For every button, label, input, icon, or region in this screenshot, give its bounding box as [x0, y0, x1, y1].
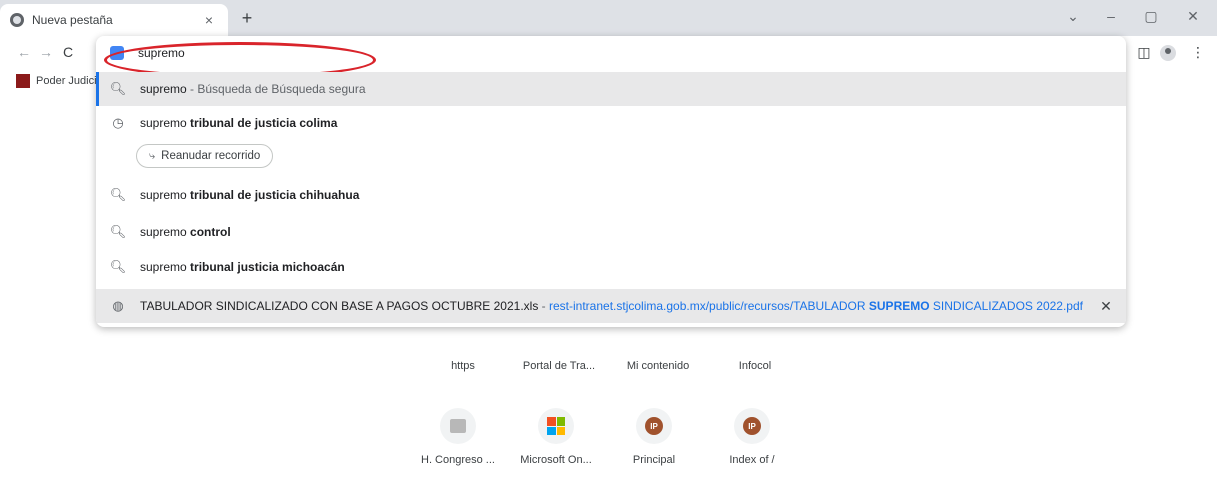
ip-icon: IP [636, 408, 672, 444]
tab-strip: Nueva pestaña × + ⌄ – ▢ ✕ [0, 0, 1217, 36]
omnibox-dropdown: 🔍︎ supremo - Búsqueda de Búsqueda segura… [96, 36, 1126, 327]
globe-icon [10, 13, 24, 27]
shortcut-label: H. Congreso ... [421, 454, 495, 466]
suggestion-history[interactable]: ◷ supremo tribunal de justicia colima [96, 106, 1126, 140]
bookmark-poder-judicial[interactable]: Poder Judicial [16, 74, 105, 88]
browser-window: Nueva pestaña × + ⌄ – ▢ ✕ ← → C ◫ ⋮ Pode… [0, 0, 1217, 479]
forward-button[interactable]: → [37, 44, 55, 60]
suggestion-completion: tribunal justicia michoacán [186, 260, 345, 274]
search-icon: 🔍︎ [109, 81, 127, 96]
journey-icon: ⤷ [149, 149, 156, 162]
suggestion-search[interactable]: 🔍︎ supremo - Búsqueda de Búsqueda segura [96, 72, 1126, 106]
tab-search-button[interactable]: ⌄ [1062, 8, 1084, 25]
search-icon: 🔍︎ [109, 187, 127, 202]
microsoft-icon [538, 408, 574, 444]
suggestion-query: supremo [140, 188, 187, 202]
shortcut-tile[interactable]: Microsoft On... [506, 408, 606, 479]
resume-journey-chip[interactable]: ⤷ Reanudar recorrido [136, 144, 274, 168]
tab-new-tab[interactable]: Nueva pestaña × [0, 4, 228, 36]
shortcut-label[interactable]: Mi contenido [608, 360, 708, 372]
suggestion-search[interactable]: 🔍︎ supremo tribunal de justicia chihuahu… [96, 178, 1126, 212]
shortcut-label: Principal [632, 454, 676, 466]
congress-icon [440, 408, 476, 444]
suggestion-query: supremo [140, 260, 187, 274]
shortcut-label[interactable]: https [413, 360, 513, 372]
suggestion-separator: - [538, 299, 549, 313]
search-engine-icon [110, 46, 124, 60]
suggestion-search[interactable]: 🔍︎ supremo control [96, 215, 1126, 249]
menu-button[interactable]: ⋮ [1188, 44, 1208, 61]
suggestion-query: supremo [140, 225, 187, 239]
document-url-match: SUPREMO [868, 299, 930, 313]
suggestion-separator: - [186, 82, 198, 96]
history-icon: ◷ [112, 115, 124, 130]
suggestion-document[interactable]: ◍ TABULADOR SINDICALIZADO CON BASE A PAG… [96, 289, 1126, 323]
ip-icon: IP [734, 408, 770, 444]
profile-avatar[interactable] [1160, 45, 1176, 61]
close-window-button[interactable]: ✕ [1182, 8, 1204, 25]
document-url-end: SINDICALIZADOS 2022.pdf [929, 299, 1083, 313]
side-panel-button[interactable]: ◫ [1134, 44, 1154, 61]
chip-label: Reanudar recorrido [161, 150, 261, 162]
shortcut-tile[interactable]: H. Congreso ... [408, 408, 508, 479]
selection-indicator [96, 72, 99, 106]
tab-title: Nueva pestaña [32, 13, 113, 27]
bookmark-icon [16, 74, 30, 88]
suggestion-completion: tribunal de justicia colima [186, 116, 338, 130]
bookmark-label: Poder Judicial [36, 75, 106, 87]
restore-button[interactable]: ▢ [1140, 8, 1162, 25]
shortcut-tile[interactable]: IP Index of / [702, 408, 802, 479]
document-url-start: rest-intranet.stjcolima.gob.mx/public/re… [549, 299, 869, 313]
omnibox-input[interactable] [138, 46, 638, 60]
back-button[interactable]: ← [15, 44, 33, 60]
new-tab-button[interactable]: + [236, 8, 258, 29]
shortcut-label[interactable]: Portal de Tra... [509, 360, 609, 372]
shortcut-tile[interactable]: IP Principal [604, 408, 704, 479]
shortcut-label: Microsoft On... [520, 454, 592, 466]
suggestion-query: supremo [140, 116, 187, 130]
suggestion-detail: Búsqueda de Búsqueda segura [197, 82, 366, 96]
close-tab-button[interactable]: × [200, 12, 218, 28]
suggestion-search[interactable]: 🔍︎ supremo tribunal justicia michoacán [96, 250, 1126, 284]
remove-suggestion-button[interactable]: ✕ [1086, 298, 1126, 315]
globe-icon: ◍ [112, 298, 124, 313]
search-icon: 🔍︎ [109, 259, 127, 274]
suggestion-completion: control [186, 225, 231, 239]
suggestion-query: supremo [140, 82, 187, 96]
shortcut-label[interactable]: Infocol [705, 360, 805, 372]
reload-button[interactable]: C [59, 44, 77, 60]
search-icon: 🔍︎ [109, 224, 127, 239]
omnibox-input-row[interactable] [96, 36, 1126, 70]
document-title: TABULADOR SINDICALIZADO CON BASE A PAGOS… [140, 299, 539, 313]
shortcut-label: Index of / [729, 454, 775, 466]
minimize-button[interactable]: – [1100, 8, 1122, 24]
suggestion-completion: tribunal de justicia chihuahua [186, 188, 360, 202]
